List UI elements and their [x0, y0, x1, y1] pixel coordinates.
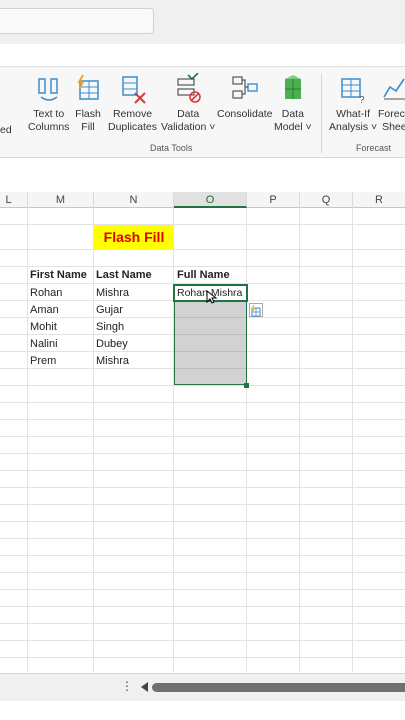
column-header-row: L M N O P Q R: [0, 192, 405, 208]
flash-fill-icon: [77, 74, 99, 100]
text-to-columns-button[interactable]: Text to Columns: [28, 73, 69, 134]
consolidate-icon: [232, 76, 258, 99]
column-header-r[interactable]: R: [353, 192, 405, 208]
cell-first-name[interactable]: Nalini: [30, 336, 58, 353]
ribbon-separator: [321, 73, 322, 153]
flash-fill-button[interactable]: Flash Fill: [74, 73, 102, 134]
forecast-sheet-button[interactable]: Foreca Shee: [378, 73, 405, 134]
data-validation-icon: [177, 73, 201, 103]
sheet-options-icon[interactable]: ⋮: [121, 679, 133, 693]
column-header-n[interactable]: N: [94, 192, 174, 208]
header-first-name[interactable]: First Name: [30, 267, 87, 284]
cell-last-name[interactable]: Mishra: [96, 285, 129, 302]
horizontal-scrollbar-area: ⋮: [0, 673, 405, 701]
cell-last-name[interactable]: Singh: [96, 319, 124, 336]
cell-last-name[interactable]: Mishra: [96, 353, 129, 370]
column-header-p[interactable]: P: [247, 192, 300, 208]
data-validation-button[interactable]: Data Validation ˅: [161, 73, 215, 134]
group-label-data-tools: Data Tools: [150, 143, 193, 153]
cell-first-name[interactable]: Rohan: [30, 285, 62, 302]
text-to-columns-icon: [37, 78, 58, 101]
cell-last-name[interactable]: Dubey: [96, 336, 128, 353]
search-input[interactable]: [0, 8, 154, 34]
column-header-o[interactable]: O: [174, 192, 247, 208]
flash-fill-options-icon: [251, 304, 261, 317]
mouse-cursor-icon: [206, 290, 218, 304]
what-if-analysis-icon: ?: [341, 78, 365, 105]
header-last-name[interactable]: Last Name: [96, 267, 152, 284]
what-if-analysis-button[interactable]: ? What-If Analysis ˅: [329, 73, 377, 134]
selected-range[interactable]: [174, 300, 247, 385]
svg-text:?: ?: [359, 95, 365, 105]
column-header-q[interactable]: Q: [300, 192, 353, 208]
title-bar: [0, 0, 405, 44]
remove-duplicates-button[interactable]: Remove Duplicates: [108, 73, 157, 134]
data-model-icon: [284, 75, 301, 99]
ribbon-partial-label: ed: [0, 124, 12, 136]
cell-first-name[interactable]: Mohit: [30, 319, 57, 336]
column-header-m[interactable]: M: [28, 192, 94, 208]
remove-duplicates-icon: [121, 76, 146, 104]
ribbon: ed Text to Columns Flash Fill Remove Dup…: [0, 66, 405, 158]
fill-handle[interactable]: [244, 383, 249, 388]
consolidate-button[interactable]: Consolidate: [217, 73, 272, 121]
flash-fill-options-button[interactable]: [249, 303, 263, 317]
sheet-title-cell[interactable]: Flash Fill: [94, 225, 174, 249]
cell-last-name[interactable]: Gujar: [96, 302, 123, 319]
forecast-sheet-icon: [383, 78, 405, 100]
column-header-l[interactable]: L: [0, 192, 28, 208]
cell-first-name[interactable]: Prem: [30, 353, 56, 370]
scroll-left-icon[interactable]: [141, 682, 148, 692]
data-model-button[interactable]: Data Model ˅: [274, 73, 312, 134]
horizontal-scrollbar-thumb[interactable]: [152, 683, 405, 692]
group-label-forecast: Forecast: [356, 143, 392, 153]
cell-first-name[interactable]: Aman: [30, 302, 59, 319]
header-full-name[interactable]: Full Name: [177, 267, 230, 284]
